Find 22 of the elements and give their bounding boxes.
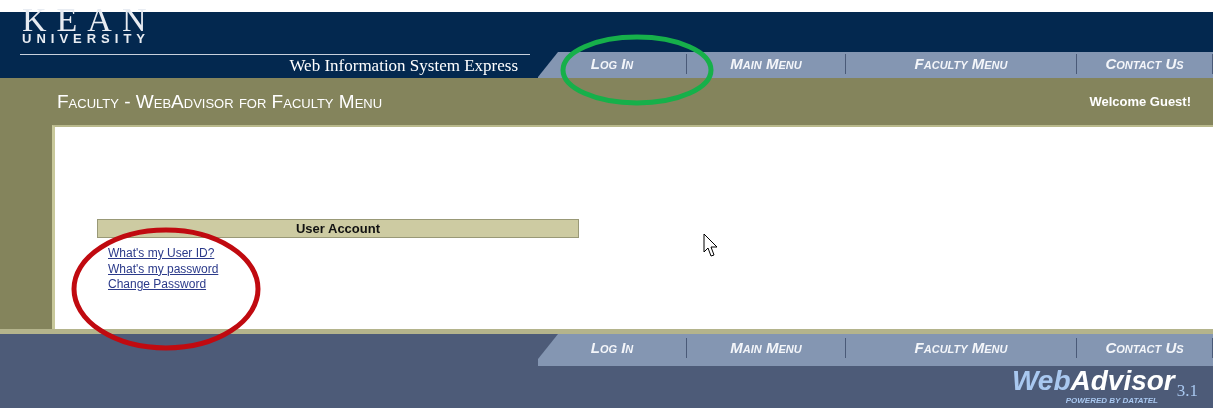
nav-link[interactable]: Main Menu	[687, 338, 846, 358]
page-title: Faculty - WebAdvisor for Faculty Menu	[57, 90, 383, 113]
logo-word: KEAN	[22, 9, 158, 31]
nav-link[interactable]: Contact Us	[1077, 54, 1213, 74]
logo-version: 3.1	[1176, 381, 1198, 401]
nav-link[interactable]: Faculty Menu	[846, 54, 1077, 74]
nav-link[interactable]: Contact Us	[1077, 338, 1213, 358]
welcome-text: Welcome Guest!	[1089, 94, 1191, 109]
system-name: Web Information System Express	[289, 55, 518, 77]
section-heading: User Account	[97, 219, 579, 238]
logo-web: Web	[1011, 366, 1071, 396]
nav-link[interactable]: Log In	[538, 54, 687, 74]
logo-subtitle: UNIVERSITY	[22, 31, 151, 46]
nav-link[interactable]: Main Menu	[687, 54, 846, 74]
cursor-icon	[703, 233, 718, 257]
nav-link[interactable]: Faculty Menu	[846, 338, 1077, 358]
account-link[interactable]: What's my User ID?	[108, 246, 215, 262]
logo-tagline: POWERED BY DATATEL	[1065, 396, 1158, 405]
nav-link[interactable]: Log In	[538, 338, 687, 358]
logo-advisor: Advisor	[1070, 366, 1175, 396]
account-link[interactable]: What's my password	[108, 261, 219, 277]
account-link[interactable]: Change Password	[108, 277, 207, 293]
